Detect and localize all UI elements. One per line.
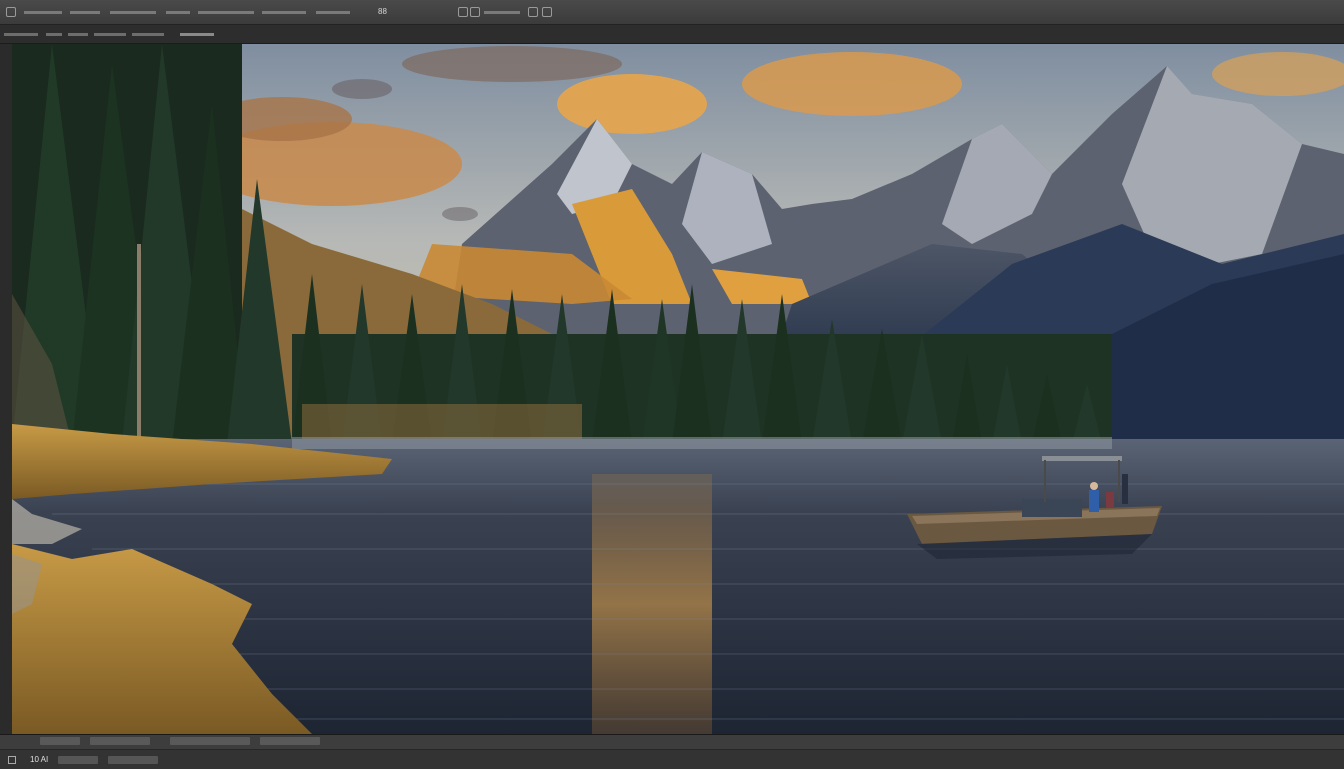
- tab-document[interactable]: [94, 33, 126, 36]
- timeline-segment[interactable]: [260, 737, 320, 745]
- document-info: [58, 756, 98, 764]
- menu-item[interactable]: [262, 11, 306, 14]
- zoom-level[interactable]: 10 AI: [30, 751, 48, 769]
- hand-icon[interactable]: [528, 7, 538, 17]
- navigator-icon[interactable]: [8, 756, 16, 764]
- status-info: 10 AI: [0, 751, 1344, 769]
- timeline-segment[interactable]: [170, 737, 250, 745]
- document-tab-bar: [0, 25, 1344, 44]
- options-bar: 88: [0, 0, 1344, 25]
- tab-document[interactable]: [4, 33, 38, 36]
- status-bar: 10 AI: [0, 734, 1344, 769]
- menu-item[interactable]: [110, 11, 156, 14]
- menu-item[interactable]: [70, 11, 100, 14]
- menu-item[interactable]: [198, 11, 254, 14]
- zoom-icon[interactable]: [470, 7, 480, 17]
- landscape-photo: [12, 44, 1344, 734]
- document-size: [108, 756, 158, 764]
- timeline-segment[interactable]: [40, 737, 80, 745]
- menu-item[interactable]: [484, 11, 520, 14]
- menu-item[interactable]: [316, 11, 350, 14]
- tab-document[interactable]: [132, 33, 164, 36]
- home-icon[interactable]: [6, 7, 16, 17]
- menu-item[interactable]: [166, 11, 190, 14]
- workspace-label[interactable]: 88: [378, 0, 387, 24]
- image-canvas[interactable]: [12, 44, 1344, 734]
- tab-document[interactable]: [68, 33, 88, 36]
- tab-document[interactable]: [46, 33, 62, 36]
- timeline-strip: [0, 735, 1344, 750]
- rotate-icon[interactable]: [542, 7, 552, 17]
- menu-item[interactable]: [24, 11, 62, 14]
- tab-document[interactable]: [180, 33, 214, 36]
- timeline-segment[interactable]: [90, 737, 150, 745]
- arrange-icon[interactable]: [458, 7, 468, 17]
